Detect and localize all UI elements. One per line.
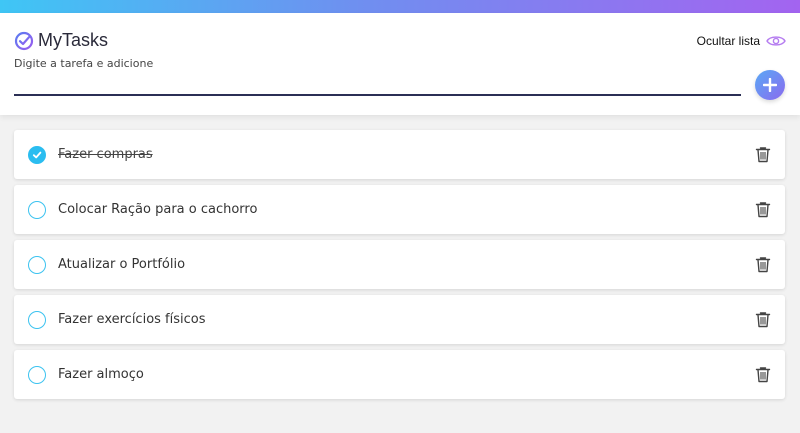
task-checkbox[interactable] — [28, 310, 46, 329]
trash-icon — [755, 312, 771, 328]
task-checkbox[interactable] — [28, 200, 46, 219]
delete-task-button[interactable] — [755, 366, 771, 383]
plus-icon — [763, 78, 777, 92]
task-checkbox[interactable] — [28, 145, 46, 164]
trash-icon — [755, 367, 771, 383]
task-label: Colocar Ração para o cachorro — [58, 202, 258, 217]
task-item: Fazer compras — [14, 130, 785, 179]
trash-icon — [755, 257, 771, 273]
trash-icon — [755, 147, 771, 163]
delete-task-button[interactable] — [755, 256, 771, 273]
task-label: Fazer almoço — [58, 367, 144, 382]
checkmark-icon — [32, 151, 42, 158]
task-checkbox[interactable] — [28, 255, 46, 274]
task-list: Fazer compras Colocar Ração para o cacho… — [14, 130, 785, 405]
trash-icon — [755, 202, 771, 218]
task-item: Fazer exercícios físicos — [14, 295, 785, 344]
eye-icon — [766, 36, 786, 46]
task-input[interactable] — [14, 46, 741, 80]
add-task-button[interactable] — [755, 70, 785, 100]
header: MyTasks Ocultar lista — [0, 13, 800, 115]
task-label: Fazer exercícios físicos — [58, 312, 206, 327]
task-input-wrapper — [14, 46, 741, 96]
delete-task-button[interactable] — [755, 311, 771, 328]
top-gradient-bar — [0, 0, 800, 13]
delete-task-button[interactable] — [755, 201, 771, 218]
task-item: Fazer almoço — [14, 350, 785, 399]
task-checkbox[interactable] — [28, 365, 46, 384]
task-item: Colocar Ração para o cachorro — [14, 185, 785, 234]
delete-task-button[interactable] — [755, 146, 771, 163]
task-label: Atualizar o Portfólio — [58, 257, 186, 272]
task-label: Fazer compras — [58, 147, 153, 162]
task-item: Atualizar o Portfólio — [14, 240, 785, 289]
